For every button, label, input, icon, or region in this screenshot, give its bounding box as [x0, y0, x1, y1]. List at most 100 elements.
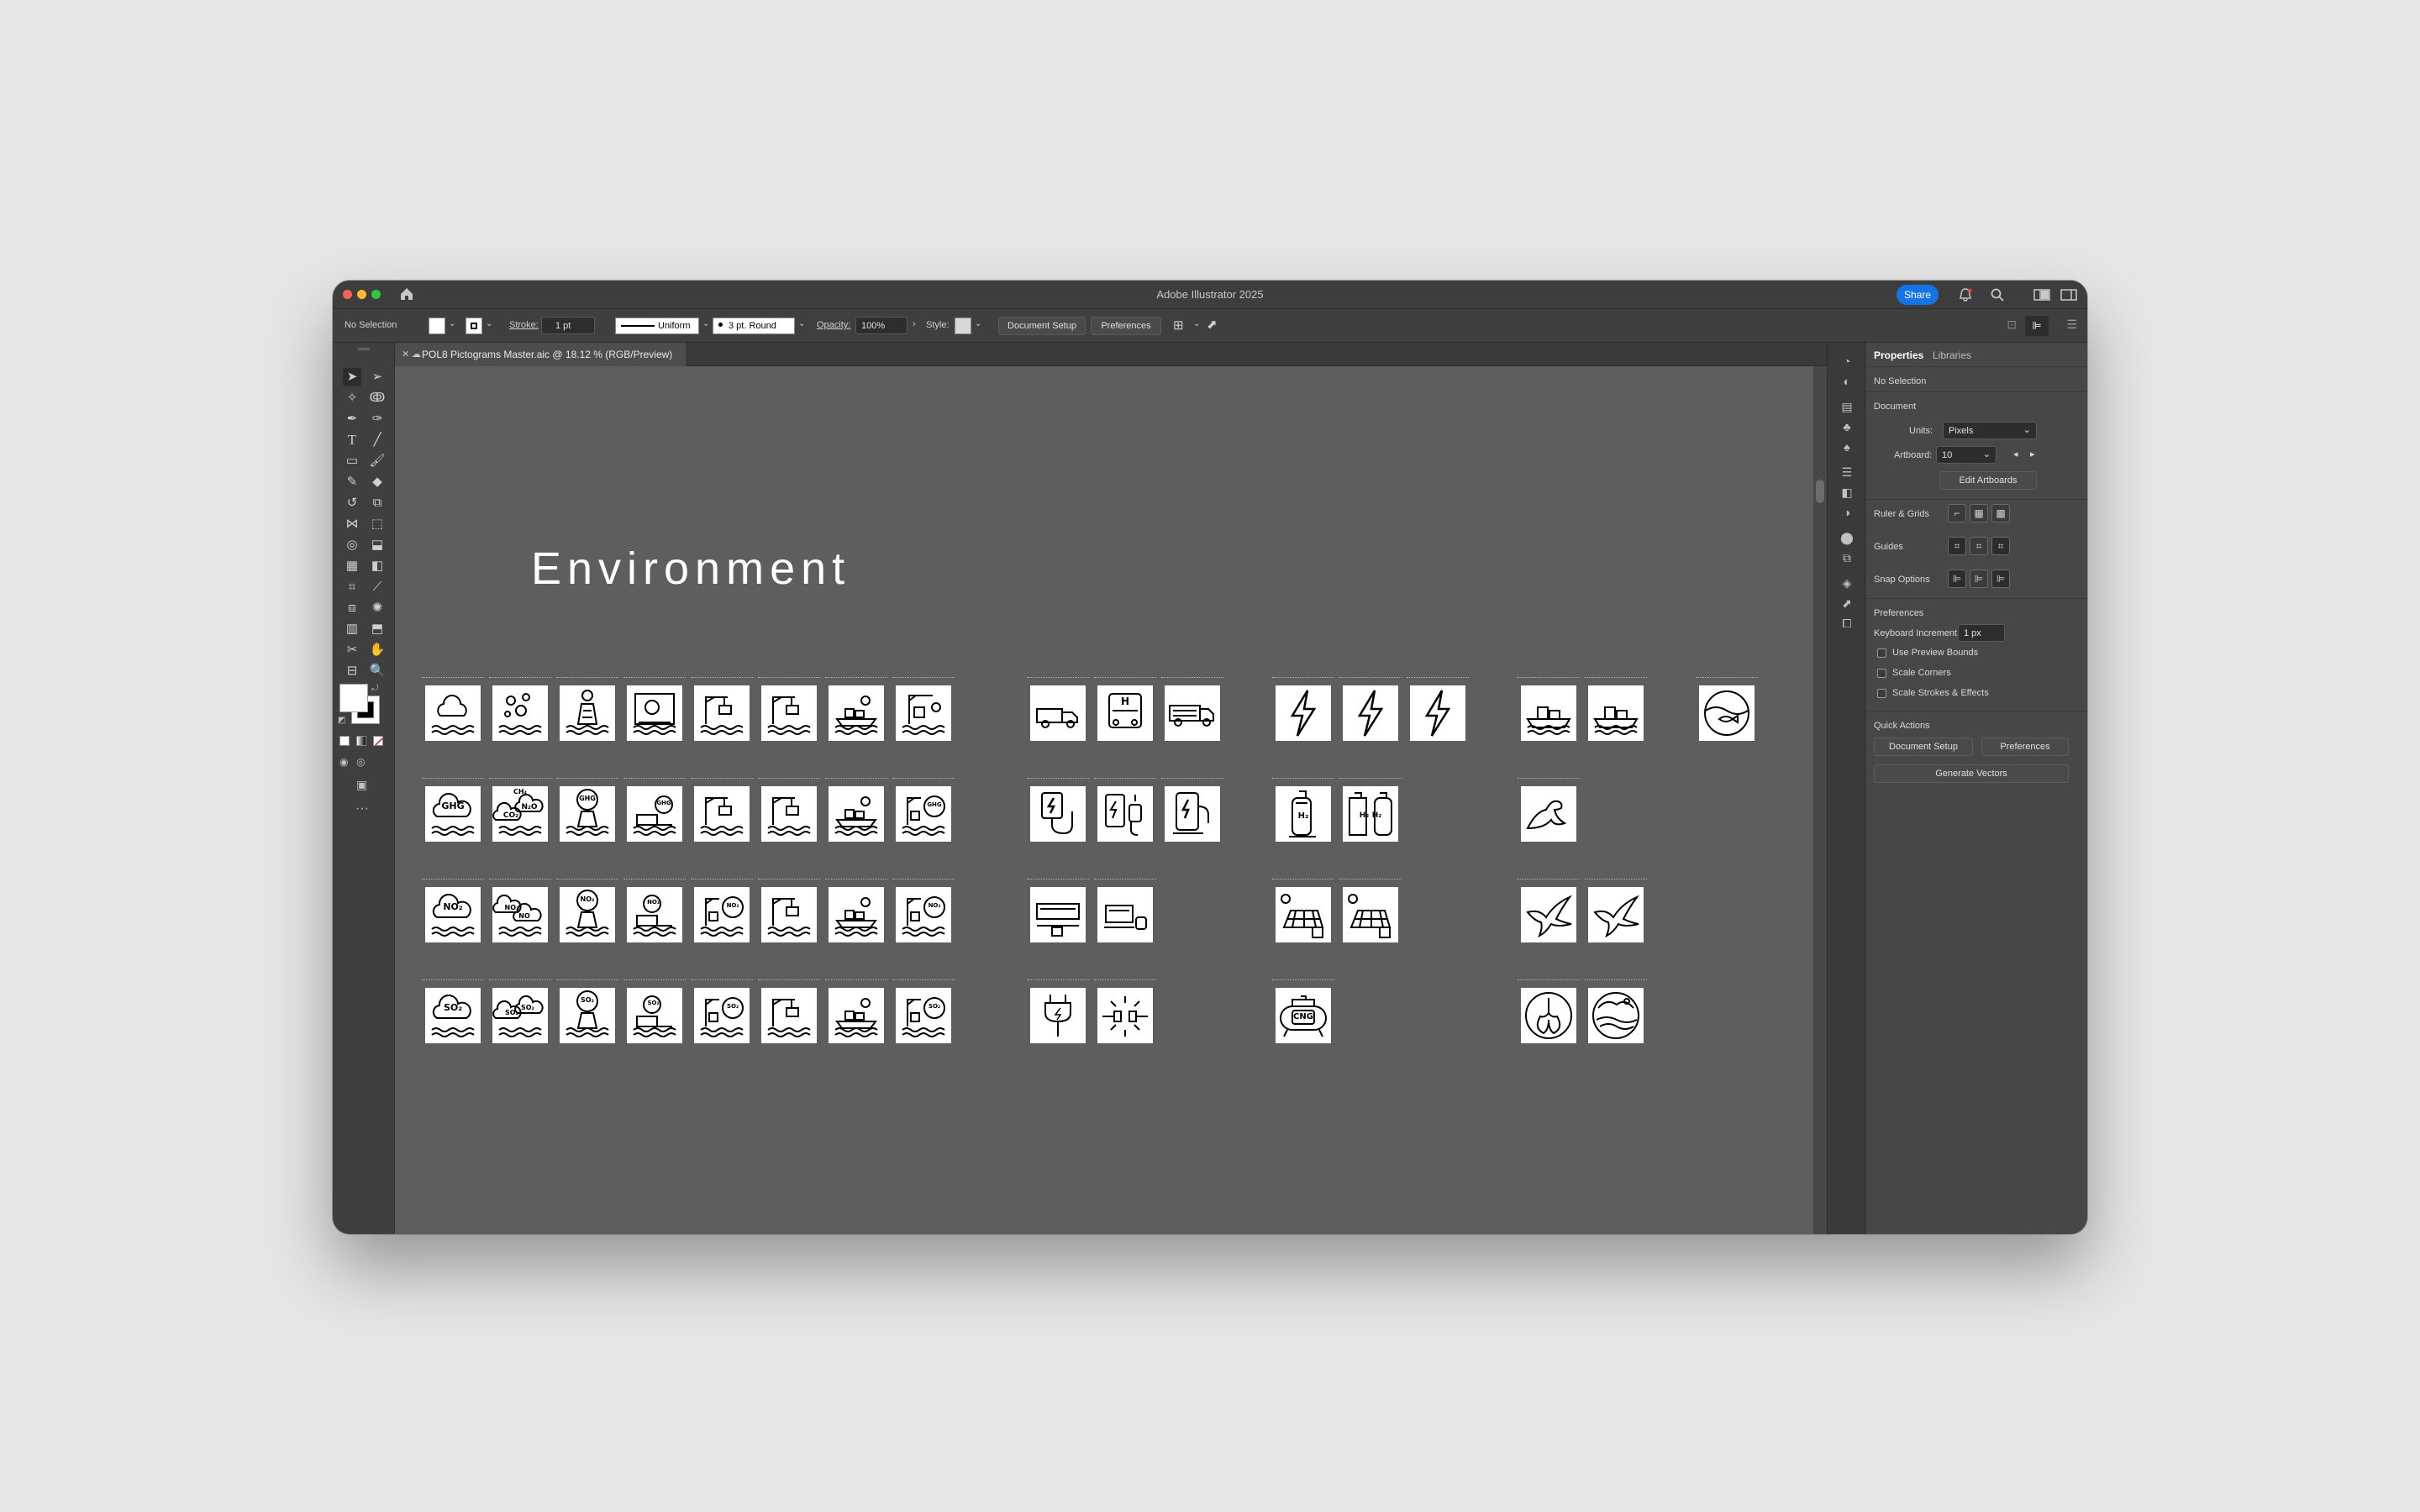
- perspective-grid-tool-icon[interactable]: ▦: [343, 557, 361, 575]
- artboard-pictogram[interactable]: GHG: [425, 786, 481, 842]
- print-tiling-tool-icon[interactable]: ⊟: [343, 662, 361, 680]
- style-dropdown-icon[interactable]: ⌄: [975, 319, 981, 328]
- artboard-pictogram[interactable]: [761, 786, 817, 842]
- smart-guides-icon[interactable]: ⌗: [1991, 537, 2010, 555]
- export-panel-icon[interactable]: ⬈: [1839, 595, 1855, 612]
- align-panel-button[interactable]: ⊫: [2025, 316, 2049, 336]
- artboard-pictogram[interactable]: [829, 988, 884, 1043]
- appearance-panel-icon[interactable]: ◔: [1839, 353, 1855, 370]
- artboard-pictogram[interactable]: [1588, 887, 1644, 942]
- artboard-pictogram[interactable]: CNG: [1276, 988, 1331, 1043]
- rotate-tool-icon[interactable]: ↺: [343, 494, 361, 512]
- layers-panel-icon[interactable]: ◈: [1839, 575, 1855, 591]
- artboard-pictogram[interactable]: [761, 988, 817, 1043]
- tab-libraries[interactable]: Libraries: [1933, 349, 1971, 361]
- previous-artboard-icon[interactable]: ◂: [2013, 449, 2018, 459]
- stroke-dropdown-icon[interactable]: ⌄: [486, 319, 492, 328]
- artboard-pictogram[interactable]: [560, 685, 615, 741]
- control-bar-menu-icon[interactable]: ☰: [2066, 318, 2077, 332]
- artboard-pictogram[interactable]: NO₂: [560, 887, 615, 942]
- lock-guides-icon[interactable]: ⌗: [1970, 537, 1988, 555]
- shaper-tool-icon[interactable]: ✎: [343, 473, 361, 491]
- gradient-tool-icon[interactable]: ◧: [368, 557, 387, 575]
- arrange-documents-icon[interactable]: [2033, 288, 2050, 302]
- quick-document-setup-button[interactable]: Document Setup: [1874, 738, 1973, 756]
- artboard-pictogram[interactable]: [1097, 786, 1153, 842]
- hand-tool-icon[interactable]: ✋: [368, 641, 387, 659]
- artboard-pictogram[interactable]: [425, 685, 481, 741]
- artboard-pictogram[interactable]: [1343, 685, 1398, 741]
- direct-selection-tool-icon[interactable]: ➢: [368, 368, 387, 386]
- quick-preferences-button[interactable]: Preferences: [1981, 738, 2069, 756]
- artboards-panel-icon[interactable]: ⧠: [1839, 615, 1855, 632]
- artboard-pictogram[interactable]: [1276, 887, 1331, 942]
- mesh-tool-icon[interactable]: ⌗: [343, 578, 361, 596]
- artboard-pictogram[interactable]: [492, 685, 548, 741]
- artboard-pictogram[interactable]: [761, 685, 817, 741]
- line-tool-icon[interactable]: ╱: [368, 431, 387, 449]
- align-icon[interactable]: ⊞: [1173, 318, 1184, 333]
- artboard-pictogram[interactable]: [1030, 887, 1086, 942]
- keyboard-increment-input[interactable]: 1 px: [1958, 624, 2005, 642]
- zoom-tool-icon[interactable]: 🔍: [368, 662, 387, 680]
- artboard-pictogram[interactable]: SO₂ SO₂: [492, 988, 548, 1043]
- artboard-pictogram[interactable]: [1521, 988, 1576, 1043]
- artboard-pictogram[interactable]: [1521, 786, 1576, 842]
- scale-strokes-effects-checkbox[interactable]: [1877, 689, 1886, 698]
- none-mode-icon[interactable]: [373, 736, 383, 746]
- artboard-pictogram[interactable]: NO₂ NO: [492, 887, 548, 942]
- graphic-style-swatch[interactable]: [955, 318, 971, 334]
- stroke-profile-preview[interactable]: Uniform: [615, 318, 699, 334]
- vertical-scrollbar[interactable]: [1813, 366, 1827, 1234]
- brushes-panel-icon[interactable]: ♣: [1839, 418, 1855, 435]
- artboard-pictogram[interactable]: [1521, 887, 1576, 942]
- color-mode-icon[interactable]: [339, 736, 350, 746]
- units-select[interactable]: Pixels ⌄: [1943, 422, 2037, 439]
- panel-toggle-icon[interactable]: [2060, 288, 2077, 302]
- edit-artboards-button[interactable]: Edit Artboards: [1939, 471, 2037, 490]
- fill-dropdown-icon[interactable]: ⌄: [449, 319, 455, 328]
- graphic-styles-panel-icon[interactable]: ⬤: [1839, 529, 1855, 546]
- artboard-pictogram[interactable]: [627, 685, 682, 741]
- artboard-pictogram[interactable]: [1521, 685, 1576, 741]
- artboard-pictogram[interactable]: NO₂: [627, 887, 682, 942]
- artboard-pictogram[interactable]: [829, 685, 884, 741]
- gradient-mode-icon[interactable]: [356, 736, 366, 746]
- pen-tool-icon[interactable]: ✒: [343, 410, 361, 428]
- swatches-panel-icon[interactable]: ▤: [1839, 398, 1855, 415]
- arrange-icon[interactable]: ⊡: [2007, 318, 2017, 332]
- export-icon[interactable]: ⬈: [1207, 317, 1218, 332]
- artboard-pictogram[interactable]: [1030, 786, 1086, 842]
- use-preview-bounds-checkbox[interactable]: [1877, 648, 1886, 658]
- grid-toggle-icon[interactable]: ▦: [1970, 504, 1988, 522]
- asset-export-panel-icon[interactable]: ⧉: [1839, 549, 1855, 566]
- artboard-pictogram[interactable]: NO₂: [425, 887, 481, 942]
- artboard-pictogram[interactable]: GHG: [896, 786, 951, 842]
- artboard-tool-icon[interactable]: ⬒: [368, 620, 387, 638]
- artboard-pictogram[interactable]: NO₂: [896, 887, 951, 942]
- paintbrush-tool-icon[interactable]: 🖌: [368, 452, 387, 470]
- stroke-swatch[interactable]: [466, 318, 482, 334]
- default-fill-stroke-icon[interactable]: ◩: [338, 716, 345, 725]
- swap-fill-stroke-icon[interactable]: ⤾: [371, 684, 378, 693]
- scrollbar-thumb[interactable]: [1816, 480, 1824, 503]
- rulers-toggle-icon[interactable]: ⌐: [1948, 504, 1966, 522]
- snap-to-pixel-icon[interactable]: ⊫: [1991, 570, 2010, 588]
- notifications-icon[interactable]: [1958, 287, 1973, 302]
- color-guide-panel-icon[interactable]: ◐: [1839, 373, 1855, 390]
- stroke-profile-dropdown-icon[interactable]: ⌄: [702, 319, 709, 328]
- artboard-pictogram[interactable]: SO₂: [560, 988, 615, 1043]
- artboard-pictogram[interactable]: NO₂: [694, 887, 750, 942]
- lasso-tool-icon[interactable]: ↂ: [368, 389, 387, 407]
- brush-preview[interactable]: 3 pt. Round: [713, 318, 795, 334]
- artboard-pictogram[interactable]: H₂: [1276, 786, 1331, 842]
- fill-color-box[interactable]: [339, 684, 368, 712]
- artboard-pictogram[interactable]: [694, 685, 750, 741]
- artboard-pictogram[interactable]: [1588, 685, 1644, 741]
- stroke-label[interactable]: Stroke:: [509, 320, 539, 330]
- rectangle-tool-icon[interactable]: ▭: [343, 452, 361, 470]
- snap-to-point-icon[interactable]: ⊫: [1948, 570, 1966, 588]
- brush-dropdown-icon[interactable]: ⌄: [798, 319, 805, 328]
- artboard-pictogram[interactable]: SO₂: [425, 988, 481, 1043]
- tab-properties[interactable]: Properties: [1874, 349, 1923, 361]
